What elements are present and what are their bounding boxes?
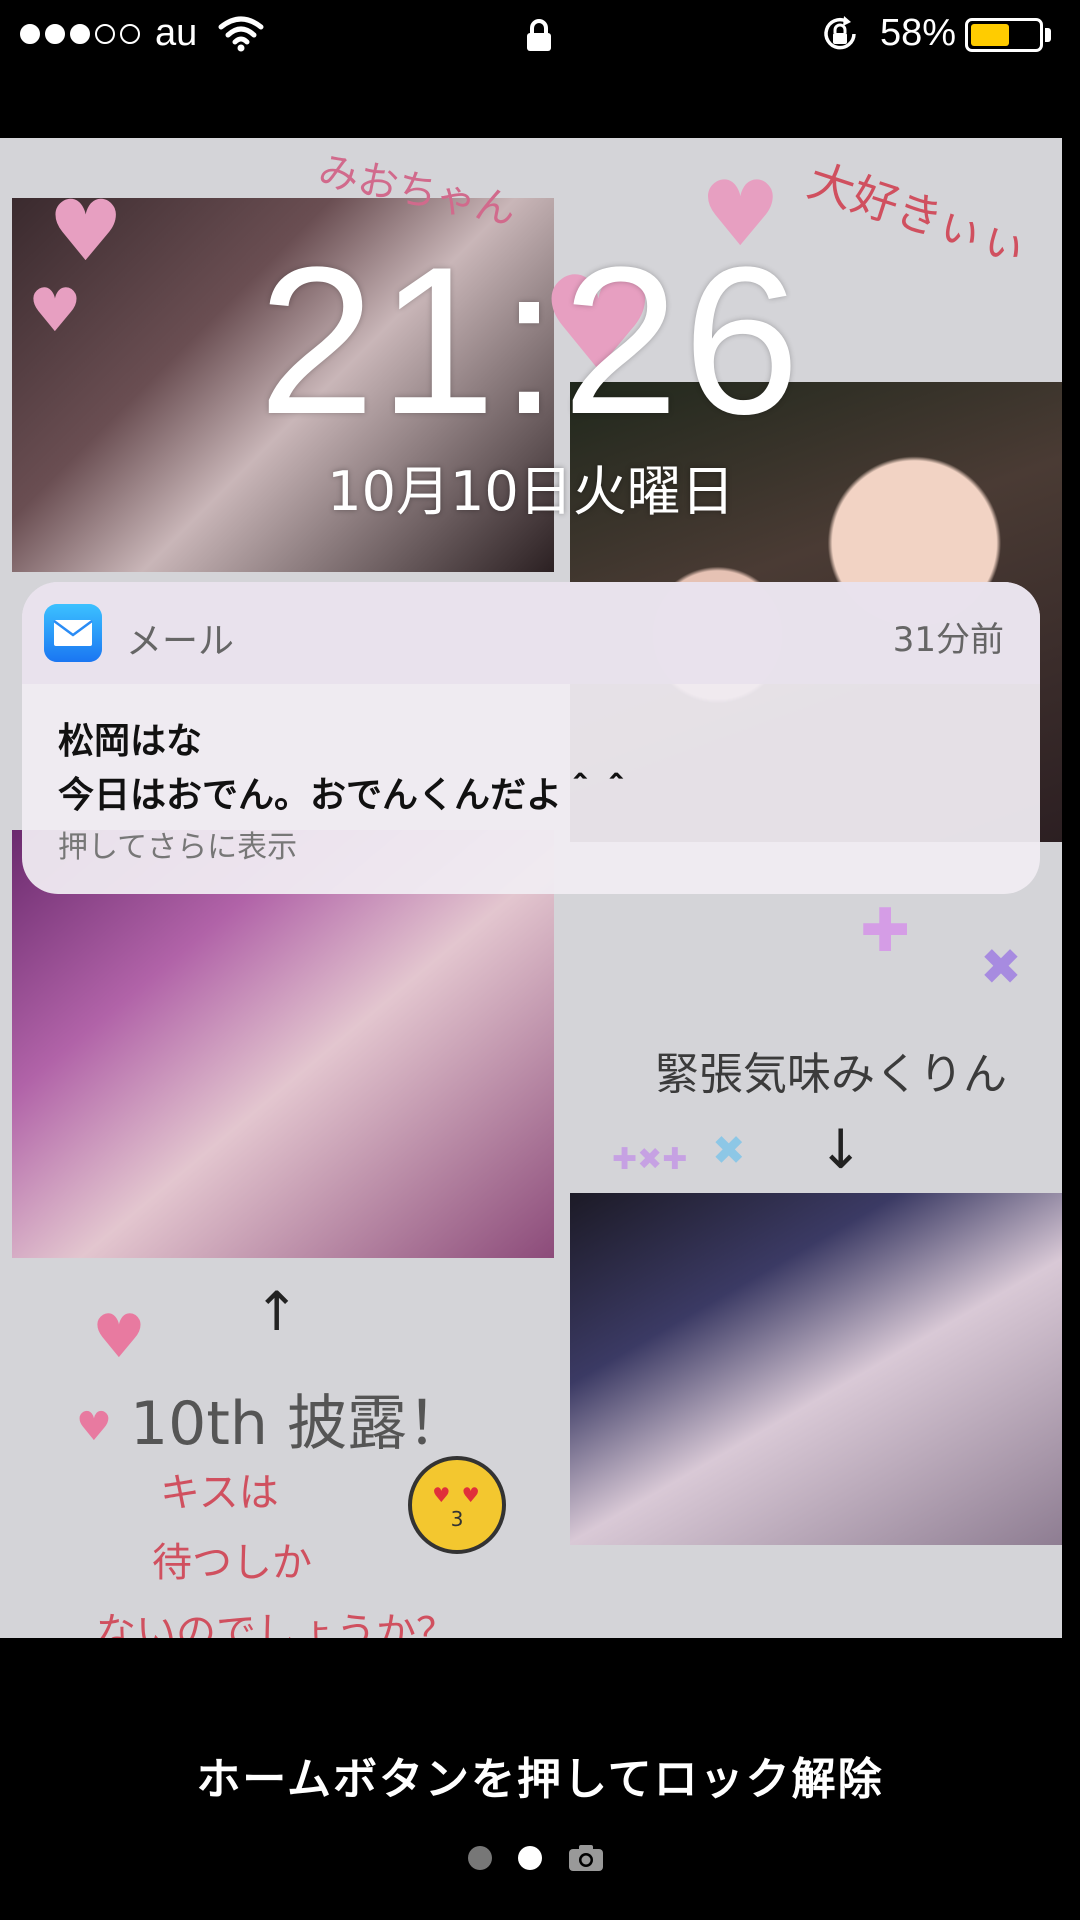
page-dot[interactable] [468,1846,492,1870]
mail-icon [44,604,102,662]
unlock-hint: ホームボタンを押してロック解除 [196,1754,884,1805]
carrier-name: au [155,12,198,54]
signal-strength-indicator [20,24,140,44]
notification-press-hint: 押してさらに表示 [58,830,298,865]
battery-percentage: 58% [880,12,957,54]
notification-timestamp: 31分前 [892,620,1004,660]
notification-message: 今日はおでん。おでんくんだよ＾＾ [58,775,635,816]
wallpaper-text-kiss-2: 待つしか [152,1540,312,1586]
notification-app-name: メール [126,621,235,662]
heart-decoration: ♥ [92,1302,146,1372]
lock-screen-clock: 21:26 [258,223,804,458]
heart-decoration: ✖ [712,1128,746,1174]
mail-notification[interactable]: メール 31分前 松岡はな 今日はおでん。おでんくんだよ＾＾ 押してさらに表示 [22,582,1040,894]
wallpaper-photo [570,1193,1062,1545]
lock-screen-date: 10月10日火曜日 [327,460,735,523]
heart-decoration: ✖ [980,938,1022,996]
wallpaper-arrow-down: ↓ [818,1118,864,1181]
battery-terminal [1045,28,1051,42]
notification-header: メール 31分前 [22,582,1040,684]
kissing-face-emoji-icon: ♥ ♥ 3 [408,1456,506,1554]
wallpaper-text-10th: 10th 披露！ [130,1389,467,1459]
svg-text:♥: ♥ [462,1483,480,1507]
page-indicator[interactable] [468,1844,604,1872]
lock-icon [527,19,551,51]
battery-level-fill [971,24,1009,46]
camera-icon[interactable] [568,1844,604,1872]
battery-icon [965,18,1043,52]
notification-sender: 松岡はな [58,721,203,762]
svg-text:♥: ♥ [432,1483,450,1507]
page-dot-active[interactable] [518,1846,542,1870]
heart-decoration: ✚ [860,896,911,966]
wallpaper-text-kincho: 緊張気味みくりん [655,1049,1007,1100]
status-bar: au 58% [0,0,1080,70]
svg-text:3: 3 [451,1507,464,1531]
heart-decoration: ♥ [76,1404,112,1450]
wallpaper-text-kiss-3: ないのでしょうか？ [96,1610,456,1638]
orientation-lock-icon [824,16,856,50]
wifi-icon [218,16,264,52]
wallpaper-arrow-up: ↑ [254,1280,300,1343]
heart-decoration: ✚✖✚ [612,1142,688,1177]
wallpaper-text-kiss-1: キスは [160,1470,279,1516]
wallpaper-photo [12,830,554,1258]
